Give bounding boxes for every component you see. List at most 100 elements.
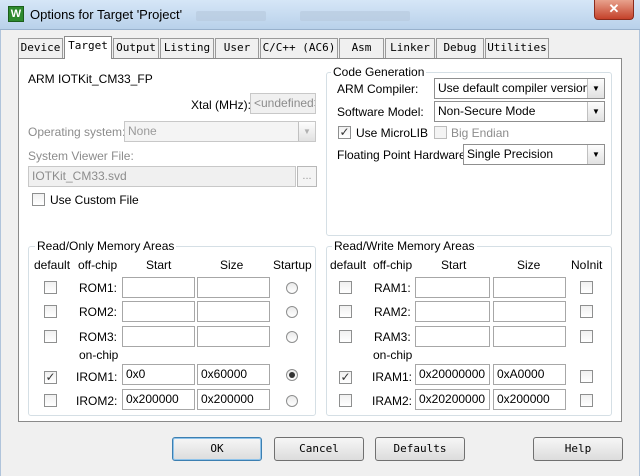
ok-button[interactable]: OK — [172, 437, 262, 461]
ram-header-default: default — [330, 258, 367, 272]
ram3-label: RAM3: — [374, 330, 411, 344]
rom2-label: ROM2: — [79, 305, 118, 319]
ram1-size-input[interactable] — [493, 277, 566, 298]
software-model-select[interactable]: Non-Secure Mode ▼ — [434, 101, 605, 122]
fpu-value: Single Precision — [467, 147, 554, 161]
iram1-size-input[interactable]: 0xA0000 — [493, 364, 566, 385]
iram2-noinit-checkbox[interactable] — [580, 394, 593, 407]
rom3-start-input[interactable] — [122, 326, 195, 347]
irom1-startup-radio[interactable] — [286, 369, 298, 381]
rom2-size-input[interactable] — [197, 301, 270, 322]
irom1-default-checkbox[interactable]: ✓ — [44, 371, 57, 384]
tab-output[interactable]: Output — [113, 38, 159, 58]
rom1-size-input[interactable] — [197, 277, 270, 298]
tab-linker[interactable]: Linker — [385, 38, 435, 58]
code-generation-title: Code Generation — [331, 65, 427, 79]
custom-file-label: Use Custom File — [50, 193, 139, 207]
ram-onchip-label: on-chip — [373, 348, 413, 362]
ram-header-start: Start — [441, 258, 467, 272]
os-label: Operating system: — [28, 125, 126, 139]
os-select[interactable]: None ▼ — [124, 121, 316, 142]
rom2-default-checkbox[interactable] — [44, 305, 57, 318]
iram2-size-input[interactable]: 0x200000 — [493, 389, 566, 410]
irom1-size-input[interactable]: 0x60000 — [197, 364, 270, 385]
device-name: ARM IOTKit_CM33_FP — [28, 72, 153, 86]
background-title-blur — [196, 11, 266, 21]
tab-asm[interactable]: Asm — [339, 38, 384, 58]
irom1-label: IROM1: — [76, 370, 118, 384]
rom1-default-checkbox[interactable] — [44, 281, 57, 294]
ram1-default-checkbox[interactable] — [339, 281, 352, 294]
rom1-label: ROM1: — [79, 281, 118, 295]
ram3-start-input[interactable] — [415, 326, 490, 347]
iram1-noinit-checkbox[interactable] — [580, 370, 593, 383]
tab-listing[interactable]: Listing — [160, 38, 214, 58]
rom-header-size: Size — [220, 258, 244, 272]
app-icon: W — [8, 6, 24, 22]
cancel-button[interactable]: Cancel — [274, 437, 364, 461]
ram2-size-input[interactable] — [493, 301, 566, 322]
irom2-size-input[interactable]: 0x200000 — [197, 389, 270, 410]
iram2-label: IRAM2: — [372, 394, 413, 408]
rom3-label: ROM3: — [79, 330, 118, 344]
compiler-value: Use default compiler version 6 — [438, 81, 600, 95]
iram2-start-input[interactable]: 0x20200000 — [415, 389, 490, 410]
microlib-label: Use MicroLIB — [356, 126, 429, 140]
irom2-label: IROM2: — [76, 394, 118, 408]
defaults-button[interactable]: Defaults — [375, 437, 465, 461]
title-bar[interactable]: W Options for Target 'Project' ✕ — [0, 0, 640, 30]
irom2-start-input[interactable]: 0x200000 — [122, 389, 195, 410]
ram1-noinit-checkbox[interactable] — [580, 281, 593, 294]
irom1-start-input[interactable]: 0x0 — [122, 364, 195, 385]
ram1-label: RAM1: — [374, 281, 411, 295]
rom-header-offchip: off-chip — [78, 258, 118, 272]
rom-areas-title: Read/Only Memory Areas — [35, 239, 177, 253]
ram-header-size: Size — [517, 258, 541, 272]
help-button[interactable]: Help — [533, 437, 623, 461]
big-endian-checkbox[interactable] — [434, 126, 447, 139]
rom1-startup-radio[interactable] — [286, 282, 298, 294]
irom2-startup-radio[interactable] — [286, 395, 298, 407]
rom2-startup-radio[interactable] — [286, 306, 298, 318]
ram2-label: RAM2: — [374, 305, 411, 319]
tab-utilities[interactable]: Utilities — [485, 38, 549, 58]
ram2-noinit-checkbox[interactable] — [580, 305, 593, 318]
tab-device[interactable]: Device — [18, 38, 63, 58]
rom3-startup-radio[interactable] — [286, 331, 298, 343]
tab-c-cpp[interactable]: C/C++ (AC6) — [260, 38, 338, 58]
rom3-size-input[interactable] — [197, 326, 270, 347]
ram3-default-checkbox[interactable] — [339, 330, 352, 343]
custom-file-checkbox[interactable] — [32, 193, 45, 206]
close-button[interactable]: ✕ — [594, 0, 634, 20]
ram2-start-input[interactable] — [415, 301, 490, 322]
ram2-default-checkbox[interactable] — [339, 305, 352, 318]
fpu-label: Floating Point Hardware: — [337, 148, 470, 162]
ram-areas-title: Read/Write Memory Areas — [332, 239, 477, 253]
ram-header-noinit: NoInit — [571, 258, 603, 272]
chevron-down-icon: ▼ — [587, 102, 604, 121]
irom2-default-checkbox[interactable] — [44, 394, 57, 407]
rom1-start-input[interactable] — [122, 277, 195, 298]
tab-user[interactable]: User — [215, 38, 259, 58]
fpu-select[interactable]: Single Precision ▼ — [463, 144, 605, 165]
xtal-input[interactable]: <undefined> — [250, 93, 316, 114]
svd-browse-button[interactable]: ... — [297, 166, 317, 187]
background-title-blur — [300, 11, 410, 21]
rom3-default-checkbox[interactable] — [44, 330, 57, 343]
compiler-select[interactable]: Use default compiler version 6 ▼ — [434, 78, 605, 99]
tab-target[interactable]: Target — [64, 36, 112, 59]
ram-header-offchip: off-chip — [373, 258, 413, 272]
rom-onchip-label: on-chip — [79, 348, 119, 362]
chevron-down-icon: ▼ — [587, 79, 604, 98]
svd-input[interactable]: IOTKit_CM33.svd — [28, 166, 296, 187]
iram1-start-input[interactable]: 0x20000000 — [415, 364, 490, 385]
iram1-default-checkbox[interactable]: ✓ — [339, 371, 352, 384]
tab-debug[interactable]: Debug — [436, 38, 484, 58]
rom2-start-input[interactable] — [122, 301, 195, 322]
rom-header-start: Start — [146, 258, 172, 272]
iram2-default-checkbox[interactable] — [339, 394, 352, 407]
ram3-noinit-checkbox[interactable] — [580, 330, 593, 343]
ram3-size-input[interactable] — [493, 326, 566, 347]
microlib-checkbox[interactable]: ✓ — [338, 126, 351, 139]
ram1-start-input[interactable] — [415, 277, 490, 298]
